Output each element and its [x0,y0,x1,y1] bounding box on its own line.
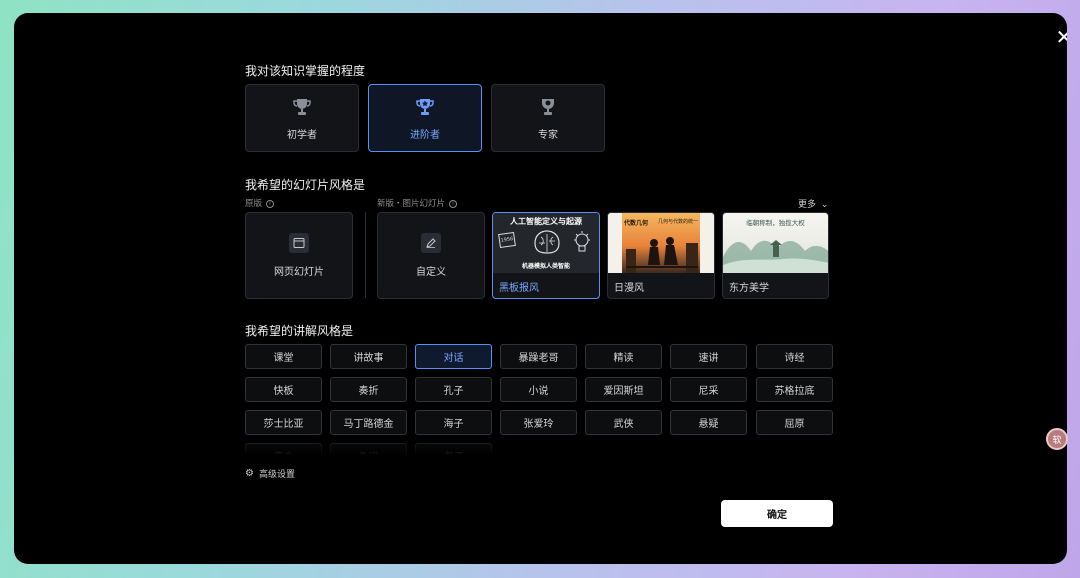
medal-icon [537,96,559,118]
original-version-label: 原版 i [245,197,275,209]
level-option-label: 进阶者 [410,129,440,141]
chevron-down-icon: ⌄ [820,200,829,210]
blackboard-preview-image: 人工智能定义与起源 1956 机器模拟人类智能 [493,213,599,273]
narration-chip[interactable]: 奏折 [330,377,407,402]
eastern-preview-image: 临朝称制，独揽大权 [723,213,828,273]
web-slide-label: 网页幻灯片 [274,267,324,278]
info-icon[interactable]: i [266,199,275,208]
new-version-text: 新版・图片幻灯片 [377,199,446,209]
style-thumb-blackboard[interactable]: 人工智能定义与起源 1956 机器模拟人类智能 黑板报风 [492,212,600,299]
edit-icon [421,233,441,253]
floating-assistant-icon[interactable]: 软 [1046,428,1068,450]
close-icon[interactable]: ✕ [1054,27,1067,47]
preview-tag: 1956 [498,231,516,249]
narration-chip[interactable]: 尼采 [670,377,747,402]
narration-section-title: 我希望的讲解风格是 [245,324,354,338]
trophy-icon [291,96,313,118]
custom-style-option[interactable]: 自定义 [377,212,485,299]
narration-chip[interactable]: 悬疑 [670,410,747,435]
advanced-settings-link[interactable]: ⚙ 高级设置 [245,467,295,480]
preview-subtitle: 机器模拟人类智能 [521,263,570,270]
narration-chip[interactable]: 课堂 [245,344,322,369]
narration-chip[interactable]: 诗经 [756,344,833,369]
narration-chip[interactable]: 海子 [415,410,492,435]
preview-title: 人工智能定义与起源 [510,217,582,226]
new-version-label: 新版・图片幻灯片 i [377,197,458,209]
narration-chip[interactable]: 讲故事 [330,344,407,369]
style-thumb-label: 日漫风 [614,283,644,294]
style-thumb-eastern[interactable]: 临朝称制，独揽大权 东方美学 [722,212,829,299]
preview-subtitle: 几何与代数的统一 [658,219,699,225]
gear-icon: ⚙ [245,468,254,479]
narration-chip-selected[interactable]: 对话 [415,344,492,369]
preview-title: 临朝称制，独揽大权 [746,219,805,227]
narration-chip[interactable]: 武侠 [585,410,662,435]
info-icon[interactable]: i [449,199,458,208]
narration-chip[interactable]: 莎士比亚 [245,410,322,435]
level-section-title: 我对该知识掌握的程度 [245,64,366,78]
web-slide-option[interactable]: 网页幻灯片 [245,212,353,299]
narration-chip[interactable]: 暴躁老哥 [500,344,577,369]
style-thumb-anime[interactable]: 代数几何 几何与代数的统一 日漫风 [607,212,715,299]
narration-chip[interactable]: 屈原 [756,410,833,435]
custom-style-label: 自定义 [416,267,446,278]
level-option-label: 专家 [538,129,558,141]
level-option-label: 初学者 [287,129,317,141]
more-label: 更多 [798,200,817,210]
style-thumb-label: 黑板报风 [499,283,539,294]
narration-chip[interactable]: 精读 [585,344,662,369]
advanced-settings-label: 高级设置 [258,470,295,480]
more-styles-button[interactable]: 更多 ⌄ [798,197,828,210]
narration-chip[interactable]: 马丁路德金 [330,410,407,435]
scroll-fade [245,438,833,458]
trophy-star-icon [414,96,436,118]
level-option-beginner[interactable]: 初学者 [245,84,359,152]
narration-chip[interactable]: 速讲 [670,344,747,369]
anime-preview-image: 代数几何 几何与代数的统一 [608,213,714,273]
slide-style-section-title: 我希望的幻灯片风格是 [245,178,366,192]
original-version-text: 原版 [245,199,263,209]
webpage-icon [289,233,309,253]
version-divider [365,212,366,298]
narration-chip[interactable]: 爱因斯坦 [585,377,662,402]
narration-chip[interactable]: 小说 [500,377,577,402]
level-option-intermediate[interactable]: 进阶者 [368,84,482,152]
narration-chip[interactable]: 孔子 [415,377,492,402]
confirm-button[interactable]: 确定 [721,500,833,527]
narration-chip[interactable]: 张爱玲 [500,410,577,435]
level-option-expert[interactable]: 专家 [491,84,605,152]
style-thumb-label: 东方美学 [729,283,769,294]
preview-title: 代数几何 [624,220,649,227]
narration-chip[interactable]: 苏格拉底 [756,377,833,402]
narration-chip[interactable]: 快板 [245,377,322,402]
